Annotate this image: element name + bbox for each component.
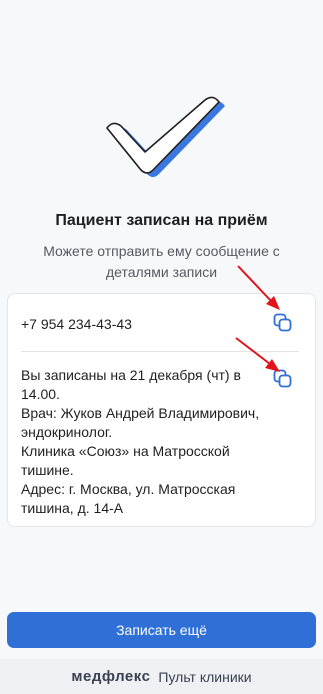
copy-message-button[interactable]	[272, 368, 294, 390]
footer-label: Пульт клиники	[158, 668, 252, 685]
checkmark-illustration	[106, 96, 225, 177]
appointment-card: +7 954 234-43-43 Вы записаны на 21 декаб…	[7, 293, 316, 527]
confirmation-screen: Пациент записан на приём Можете отправит…	[0, 0, 323, 694]
brand-logo: медфлекс	[71, 668, 151, 685]
copy-phone-button[interactable]	[272, 312, 294, 334]
patient-phone: +7 954 234-43-43	[21, 316, 132, 332]
copy-icon	[273, 313, 292, 332]
card-divider	[21, 351, 299, 352]
book-again-button[interactable]: Записать ещё	[7, 612, 316, 648]
page-subtitle: Можете отправить ему сообщение с деталям…	[43, 243, 280, 280]
copy-icon	[273, 369, 292, 388]
appointment-message: Вы записаны на 21 декабря (чт) в 14.00. …	[21, 367, 260, 516]
page-title: Пациент записан на приём	[55, 212, 268, 229]
footer-bar: медфлекс Пульт клиники	[0, 659, 323, 694]
